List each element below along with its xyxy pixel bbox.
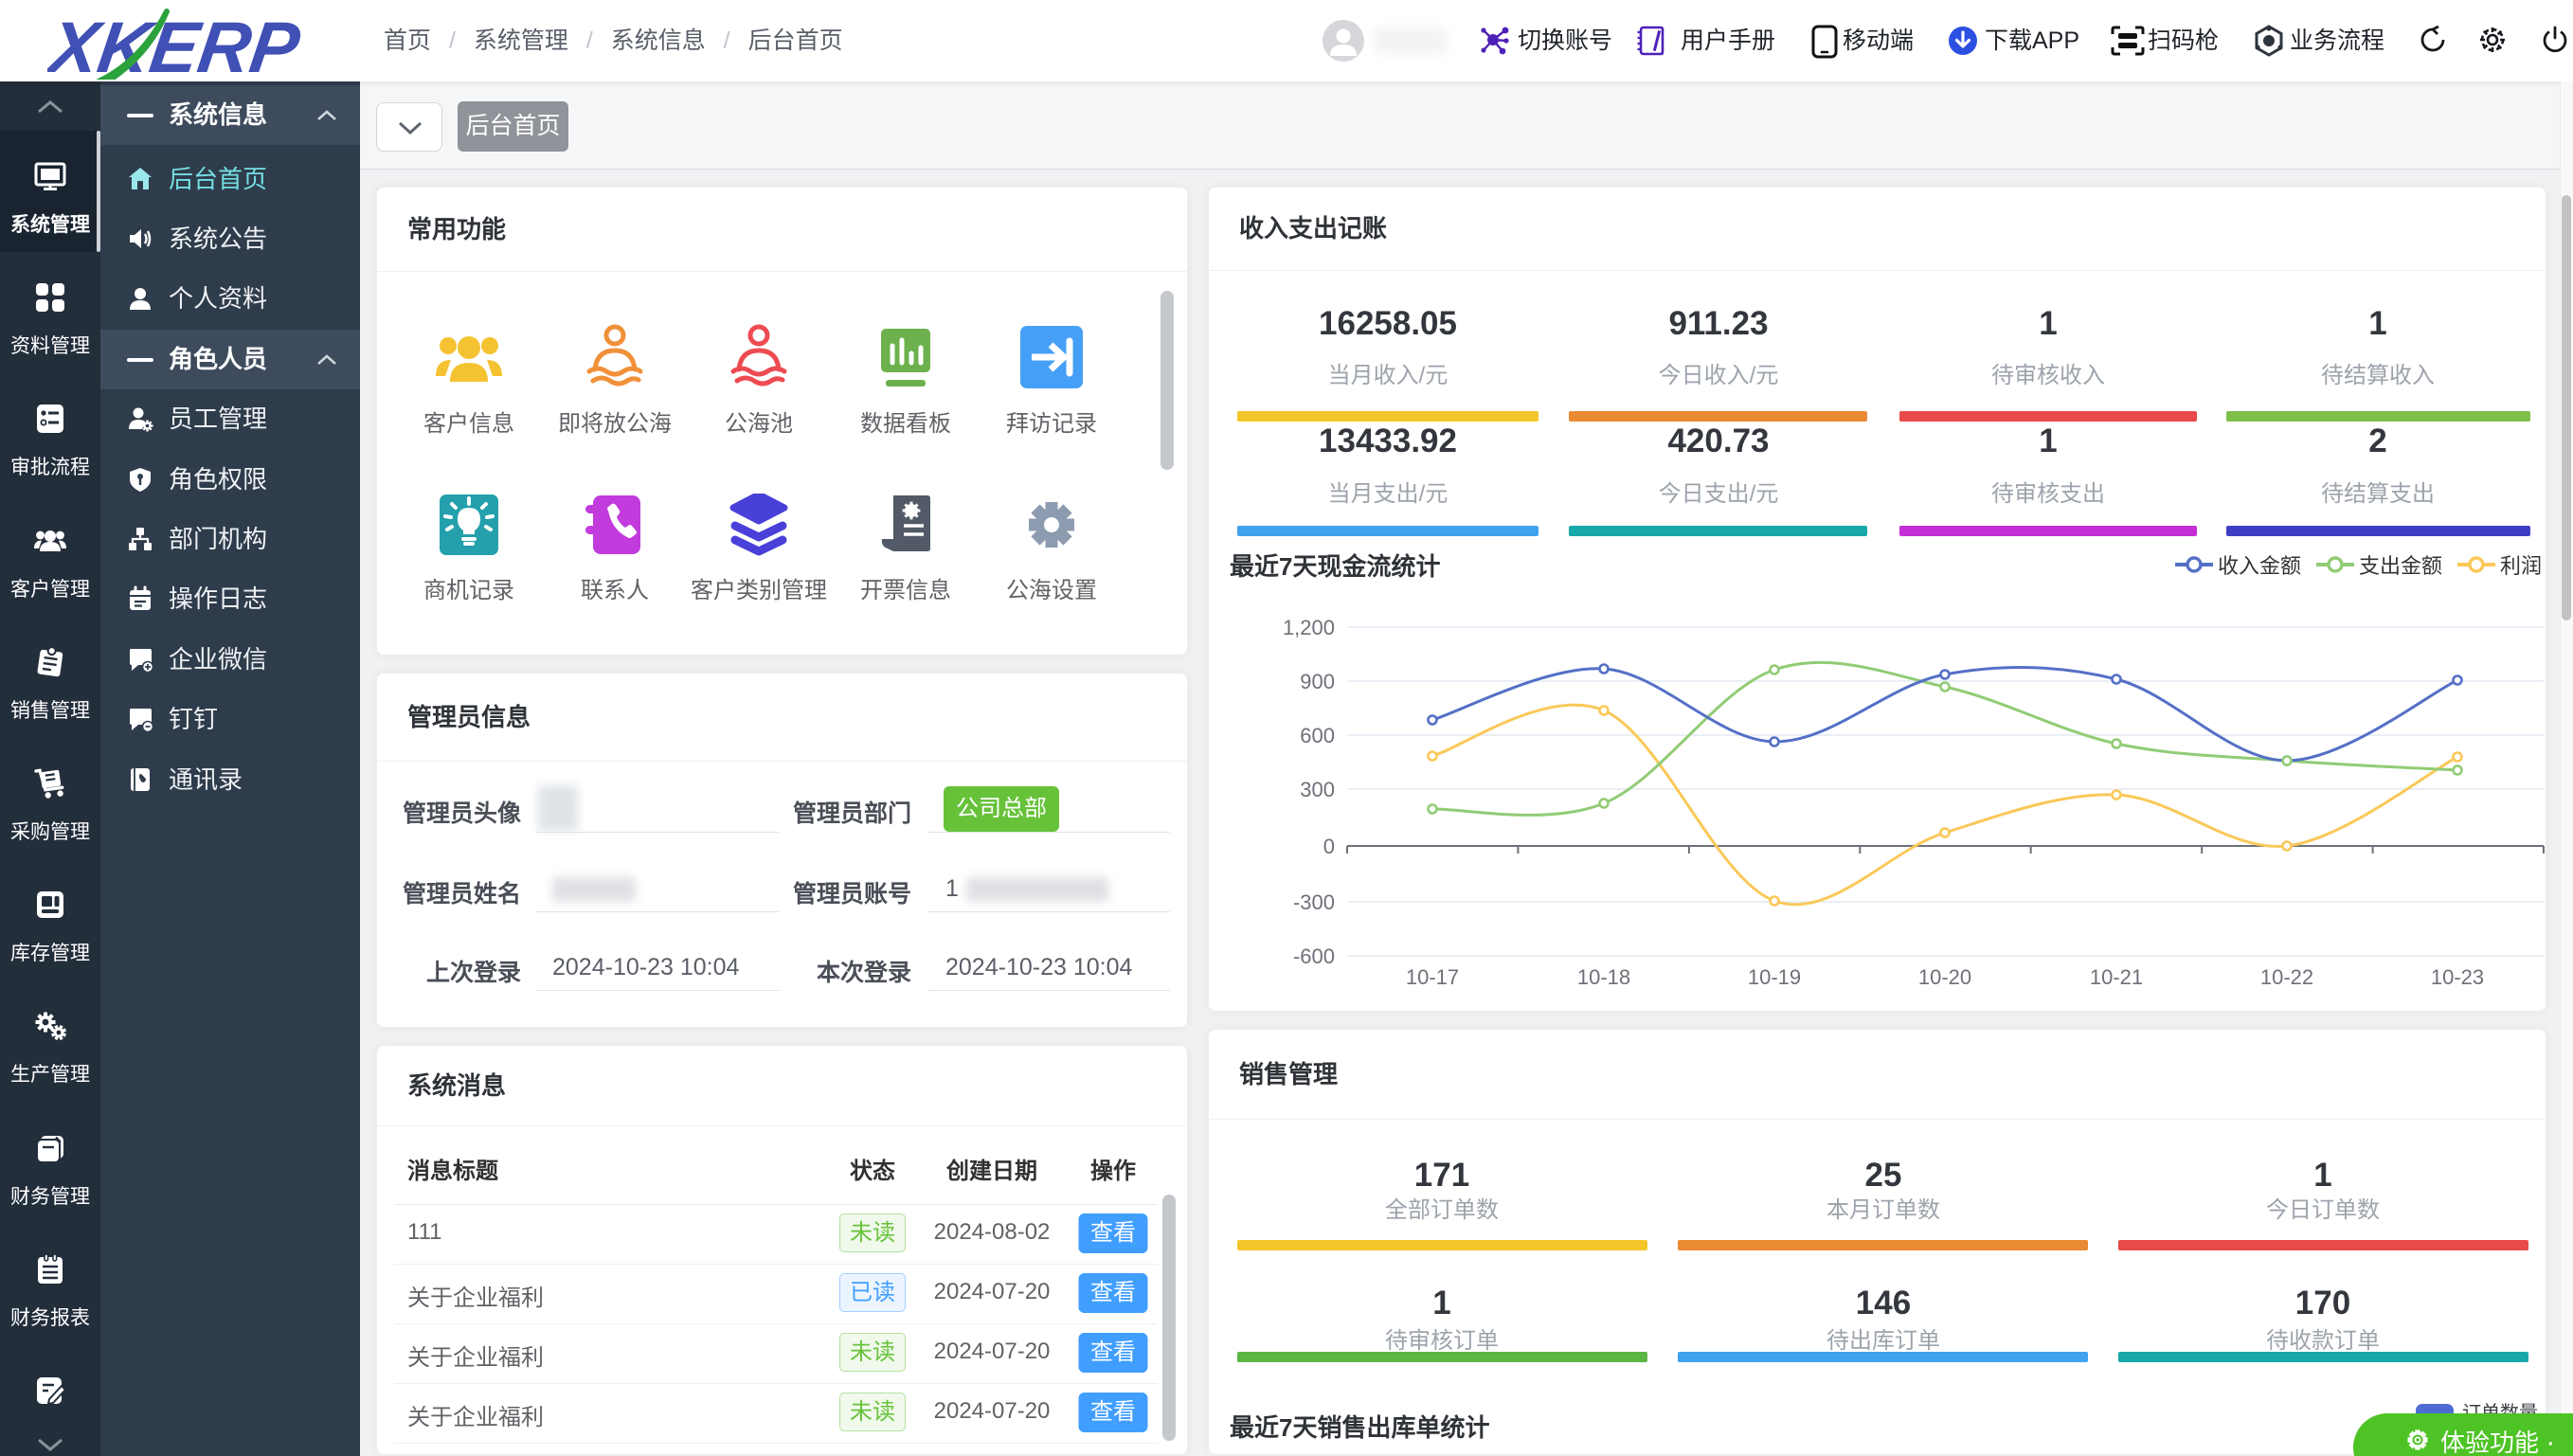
svg-text:0: 0 <box>1323 835 1335 858</box>
svg-text:1,200: 1,200 <box>1283 616 1335 639</box>
svg-text:900: 900 <box>1300 670 1335 693</box>
svg-text:10-18: 10-18 <box>1577 965 1630 989</box>
svg-text:600: 600 <box>1300 724 1335 747</box>
svg-text:-600: -600 <box>1293 944 1335 968</box>
svg-text:10-21: 10-21 <box>2090 965 2143 989</box>
svg-text:10-19: 10-19 <box>1748 965 1801 989</box>
svg-text:-300: -300 <box>1293 890 1335 914</box>
svg-text:XKERP: XKERP <box>47 8 305 80</box>
svg-text:10-23: 10-23 <box>2431 965 2484 989</box>
svg-text:10-22: 10-22 <box>2260 965 2313 989</box>
svg-text:300: 300 <box>1300 778 1335 801</box>
svg-text:10-20: 10-20 <box>1918 965 1971 989</box>
svg-text:10-17: 10-17 <box>1406 965 1459 989</box>
